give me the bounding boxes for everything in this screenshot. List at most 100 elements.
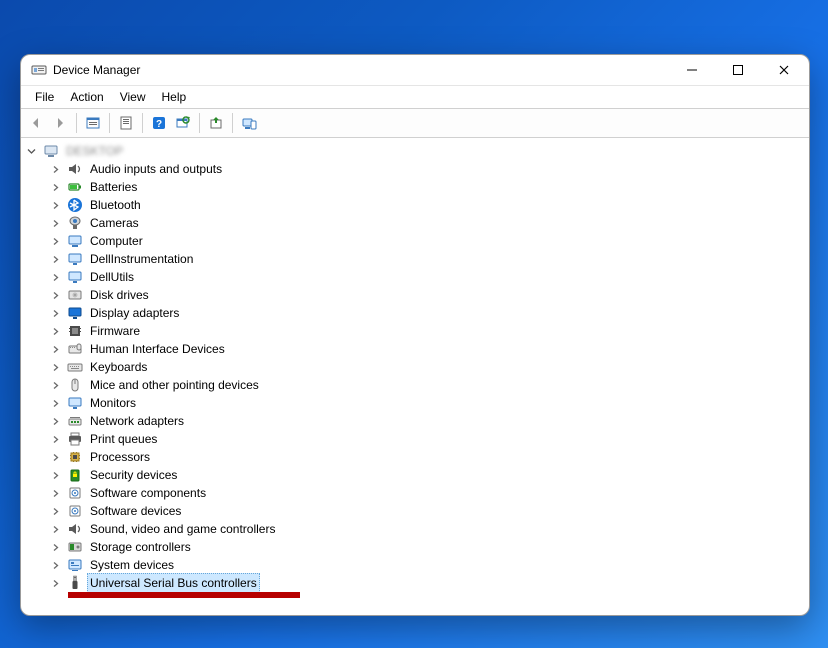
tree-item-label: Monitors (87, 393, 139, 413)
tree-item[interactable]: Network adapters (23, 412, 809, 430)
chevron-right-icon[interactable] (47, 269, 63, 285)
window-controls (669, 55, 807, 85)
tree-item[interactable]: Keyboards (23, 358, 809, 376)
maximize-button[interactable] (715, 55, 761, 85)
tree-item[interactable]: Processors (23, 448, 809, 466)
tree-item-label: Mice and other pointing devices (87, 375, 262, 395)
close-button[interactable] (761, 55, 807, 85)
tree-item[interactable]: Monitors (23, 394, 809, 412)
firmware-icon (67, 323, 83, 339)
tree-item-label: Cameras (87, 213, 142, 233)
chevron-right-icon[interactable] (47, 485, 63, 501)
tree-item[interactable]: Universal Serial Bus controllers (23, 574, 809, 592)
tree-item[interactable]: Print queues (23, 430, 809, 448)
software-icon (67, 485, 83, 501)
chevron-right-icon[interactable] (47, 449, 63, 465)
menu-action[interactable]: Action (62, 88, 111, 106)
tree-item[interactable]: Computer (23, 232, 809, 250)
chevron-right-icon[interactable] (47, 539, 63, 555)
tree-item-label: Keyboards (87, 357, 150, 377)
tree-item[interactable]: Batteries (23, 178, 809, 196)
forward-icon[interactable] (49, 112, 71, 134)
tree-item[interactable]: Security devices (23, 466, 809, 484)
cpu-icon (67, 449, 83, 465)
tree-item-label: Software devices (87, 501, 184, 521)
tree-root[interactable]: DESKTOP (23, 142, 809, 160)
tree-item-label: Computer (87, 231, 146, 251)
tree-item[interactable]: DellUtils (23, 268, 809, 286)
menu-file[interactable]: File (27, 88, 62, 106)
annotation-underline (68, 592, 300, 598)
back-icon[interactable] (25, 112, 47, 134)
chevron-right-icon[interactable] (47, 359, 63, 375)
audio-icon (67, 161, 83, 177)
usb-icon (67, 575, 83, 591)
tree-item-label: System devices (87, 555, 177, 575)
toolbar-separator (76, 113, 77, 133)
software-icon (67, 503, 83, 519)
chevron-right-icon[interactable] (47, 215, 63, 231)
chevron-right-icon[interactable] (47, 431, 63, 447)
devices-icon[interactable] (238, 112, 260, 134)
tree-item[interactable]: Storage controllers (23, 538, 809, 556)
disk-icon (67, 287, 83, 303)
tree-item-label: Human Interface Devices (87, 339, 228, 359)
tree-item[interactable]: System devices (23, 556, 809, 574)
chevron-right-icon[interactable] (47, 377, 63, 393)
tree-item-label: Display adapters (87, 303, 182, 323)
chevron-right-icon[interactable] (47, 179, 63, 195)
chevron-right-icon[interactable] (47, 305, 63, 321)
tree-item[interactable]: Sound, video and game controllers (23, 520, 809, 538)
chevron-right-icon[interactable] (47, 557, 63, 573)
toolbar-separator (142, 113, 143, 133)
computer-icon (43, 143, 59, 159)
tree-item[interactable]: Audio inputs and outputs (23, 160, 809, 178)
app-icon (31, 62, 47, 78)
chevron-right-icon[interactable] (47, 341, 63, 357)
chevron-right-icon[interactable] (47, 197, 63, 213)
security-icon (67, 467, 83, 483)
update-driver-icon[interactable] (205, 112, 227, 134)
help-icon[interactable]: ? (148, 112, 170, 134)
chevron-right-icon[interactable] (47, 575, 63, 591)
menu-view[interactable]: View (112, 88, 154, 106)
tree-item[interactable]: Software components (23, 484, 809, 502)
tree-item[interactable]: Human Interface Devices (23, 340, 809, 358)
tree-item-label: Batteries (87, 177, 140, 197)
mouse-icon (67, 377, 83, 393)
chevron-down-icon[interactable] (23, 143, 39, 159)
tree-item[interactable]: Firmware (23, 322, 809, 340)
tree-item-label: Universal Serial Bus controllers (87, 573, 260, 593)
tree-item[interactable]: Disk drives (23, 286, 809, 304)
menu-help[interactable]: Help (154, 88, 195, 106)
scan-icon[interactable] (172, 112, 194, 134)
tree-item[interactable]: Cameras (23, 214, 809, 232)
monitor-icon (67, 251, 83, 267)
tree-item[interactable]: Bluetooth (23, 196, 809, 214)
chevron-right-icon[interactable] (47, 287, 63, 303)
chevron-right-icon[interactable] (47, 521, 63, 537)
tree-item-label: DellUtils (87, 267, 137, 287)
properties-icon[interactable] (115, 112, 137, 134)
chevron-right-icon[interactable] (47, 413, 63, 429)
chevron-right-icon[interactable] (47, 323, 63, 339)
toolbar-separator (232, 113, 233, 133)
network-icon (67, 413, 83, 429)
tree-item[interactable]: Mice and other pointing devices (23, 376, 809, 394)
tree-item[interactable]: Display adapters (23, 304, 809, 322)
chevron-right-icon[interactable] (47, 503, 63, 519)
tree-item-label: Firmware (87, 321, 143, 341)
device-tree[interactable]: DESKTOP Audio inputs and outputsBatterie… (21, 138, 809, 615)
tree-item[interactable]: Software devices (23, 502, 809, 520)
chevron-right-icon[interactable] (47, 467, 63, 483)
tree-item-label: Network adapters (87, 411, 187, 431)
monitor-icon (67, 269, 83, 285)
tree-item[interactable]: DellInstrumentation (23, 250, 809, 268)
show-hidden-icon[interactable] (82, 112, 104, 134)
tree-item-label: DellInstrumentation (87, 249, 196, 269)
chevron-right-icon[interactable] (47, 161, 63, 177)
chevron-right-icon[interactable] (47, 251, 63, 267)
chevron-right-icon[interactable] (47, 233, 63, 249)
chevron-right-icon[interactable] (47, 395, 63, 411)
minimize-button[interactable] (669, 55, 715, 85)
